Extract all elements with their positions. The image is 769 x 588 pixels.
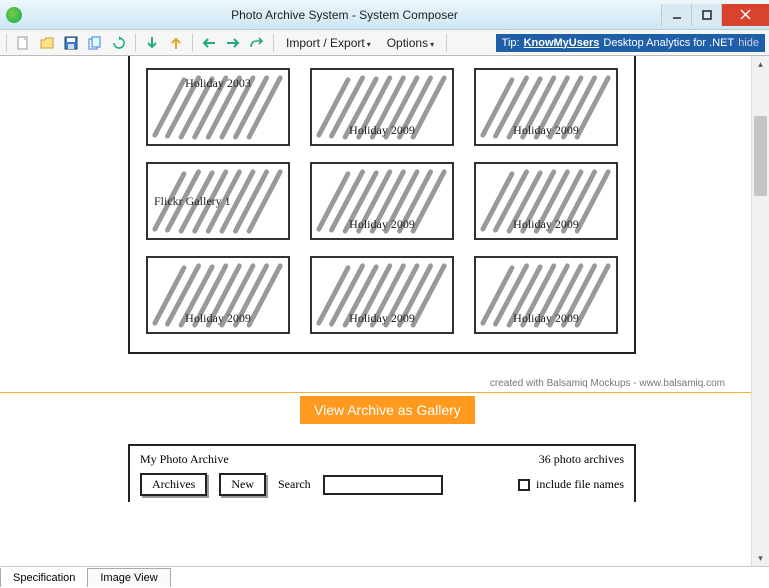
tip-hide-button[interactable]: hide bbox=[738, 37, 759, 49]
gallery-thumbnail[interactable]: Flickr Gallery 1 bbox=[146, 162, 290, 240]
titlebar: Photo Archive System - System Composer bbox=[0, 0, 769, 30]
archive-count: 36 photo archives bbox=[539, 452, 624, 467]
tip-strip: Tip: KnowMyUsers Desktop Analytics for .… bbox=[496, 34, 765, 52]
tip-link[interactable]: KnowMyUsers bbox=[524, 37, 600, 49]
tab-image-view[interactable]: Image View bbox=[87, 568, 170, 587]
search-label: Search bbox=[278, 477, 311, 492]
toolbar: Import / Export▾ Options▾ Tip: KnowMyUse… bbox=[0, 30, 769, 56]
gallery-mockup-frame: Holiday 2003 Holiday 2009 Holiday 2009 Flic… bbox=[128, 56, 636, 354]
gallery-thumbnail[interactable]: Holiday 2009 bbox=[310, 162, 454, 240]
archives-button[interactable]: Archives bbox=[140, 473, 207, 496]
bottom-tab-bar: Specification Image View bbox=[0, 566, 769, 588]
thumbnail-label: Holiday 2009 bbox=[312, 123, 452, 138]
gallery-thumbnail[interactable]: Holiday 2003 bbox=[146, 68, 290, 146]
thumbnail-label: Holiday 2009 bbox=[312, 217, 452, 232]
archive-title: My Photo Archive bbox=[140, 452, 229, 467]
close-button[interactable] bbox=[721, 4, 769, 26]
include-filenames-checkbox[interactable]: include file names bbox=[518, 477, 624, 492]
content-area: Holiday 2003 Holiday 2009 Holiday 2009 Flic… bbox=[0, 56, 751, 566]
thumbnail-label: Holiday 2009 bbox=[476, 217, 616, 232]
gallery-thumbnail[interactable]: Holiday 2009 bbox=[474, 162, 618, 240]
scroll-up-icon[interactable]: ▴ bbox=[752, 56, 769, 72]
app-icon bbox=[6, 7, 22, 23]
include-filenames-label: include file names bbox=[536, 477, 624, 492]
scroll-down-icon[interactable]: ▾ bbox=[752, 550, 769, 566]
forward-arrow-icon[interactable] bbox=[223, 33, 243, 53]
section-divider bbox=[0, 392, 751, 393]
gallery-thumbnail[interactable]: Holiday 2009 bbox=[310, 256, 454, 334]
thumbnail-label: Holiday 2009 bbox=[476, 123, 616, 138]
options-menu[interactable]: Options▾ bbox=[381, 36, 440, 50]
import-export-menu[interactable]: Import / Export▾ bbox=[280, 36, 377, 50]
window-title: Photo Archive System - System Composer bbox=[28, 8, 661, 22]
thumbnail-label: Flickr Gallery 1 bbox=[154, 194, 231, 209]
scroll-thumb[interactable] bbox=[754, 116, 767, 196]
thumbnail-label: Holiday 2003 bbox=[148, 76, 288, 91]
redo-icon[interactable] bbox=[247, 33, 267, 53]
balsamiq-credit: created with Balsamiq Mockups - www.bals… bbox=[490, 378, 725, 389]
new-file-icon[interactable] bbox=[13, 33, 33, 53]
down-arrow-icon[interactable] bbox=[142, 33, 162, 53]
tip-text: Desktop Analytics for .NET bbox=[603, 37, 734, 49]
new-button[interactable]: New bbox=[219, 473, 266, 496]
refresh-icon[interactable] bbox=[109, 33, 129, 53]
up-arrow-icon[interactable] bbox=[166, 33, 186, 53]
tab-specification[interactable]: Specification bbox=[0, 567, 88, 587]
checkbox-icon bbox=[518, 479, 530, 491]
gallery-thumbnail[interactable]: Holiday 2009 bbox=[146, 256, 290, 334]
archive-header-mockup: My Photo Archive 36 photo archives Archi… bbox=[128, 444, 636, 502]
maximize-button[interactable] bbox=[691, 4, 721, 26]
gallery-thumbnail[interactable]: Holiday 2009 bbox=[310, 68, 454, 146]
gallery-thumbnail[interactable]: Holiday 2009 bbox=[474, 68, 618, 146]
save-icon[interactable] bbox=[61, 33, 81, 53]
minimize-button[interactable] bbox=[661, 4, 691, 26]
thumbnail-label: Holiday 2009 bbox=[312, 311, 452, 326]
thumbnail-label: Holiday 2009 bbox=[476, 311, 616, 326]
vertical-scrollbar[interactable]: ▴ ▾ bbox=[751, 56, 769, 566]
thumbnail-grid: Holiday 2003 Holiday 2009 Holiday 2009 Flic… bbox=[146, 68, 618, 334]
thumbnail-label: Holiday 2009 bbox=[148, 311, 288, 326]
back-arrow-icon[interactable] bbox=[199, 33, 219, 53]
tip-label: Tip: bbox=[502, 37, 520, 49]
search-input[interactable] bbox=[323, 475, 443, 495]
open-folder-icon[interactable] bbox=[37, 33, 57, 53]
copy-icon[interactable] bbox=[85, 33, 105, 53]
gallery-thumbnail[interactable]: Holiday 2009 bbox=[474, 256, 618, 334]
view-archive-gallery-button[interactable]: View Archive as Gallery bbox=[300, 396, 475, 424]
